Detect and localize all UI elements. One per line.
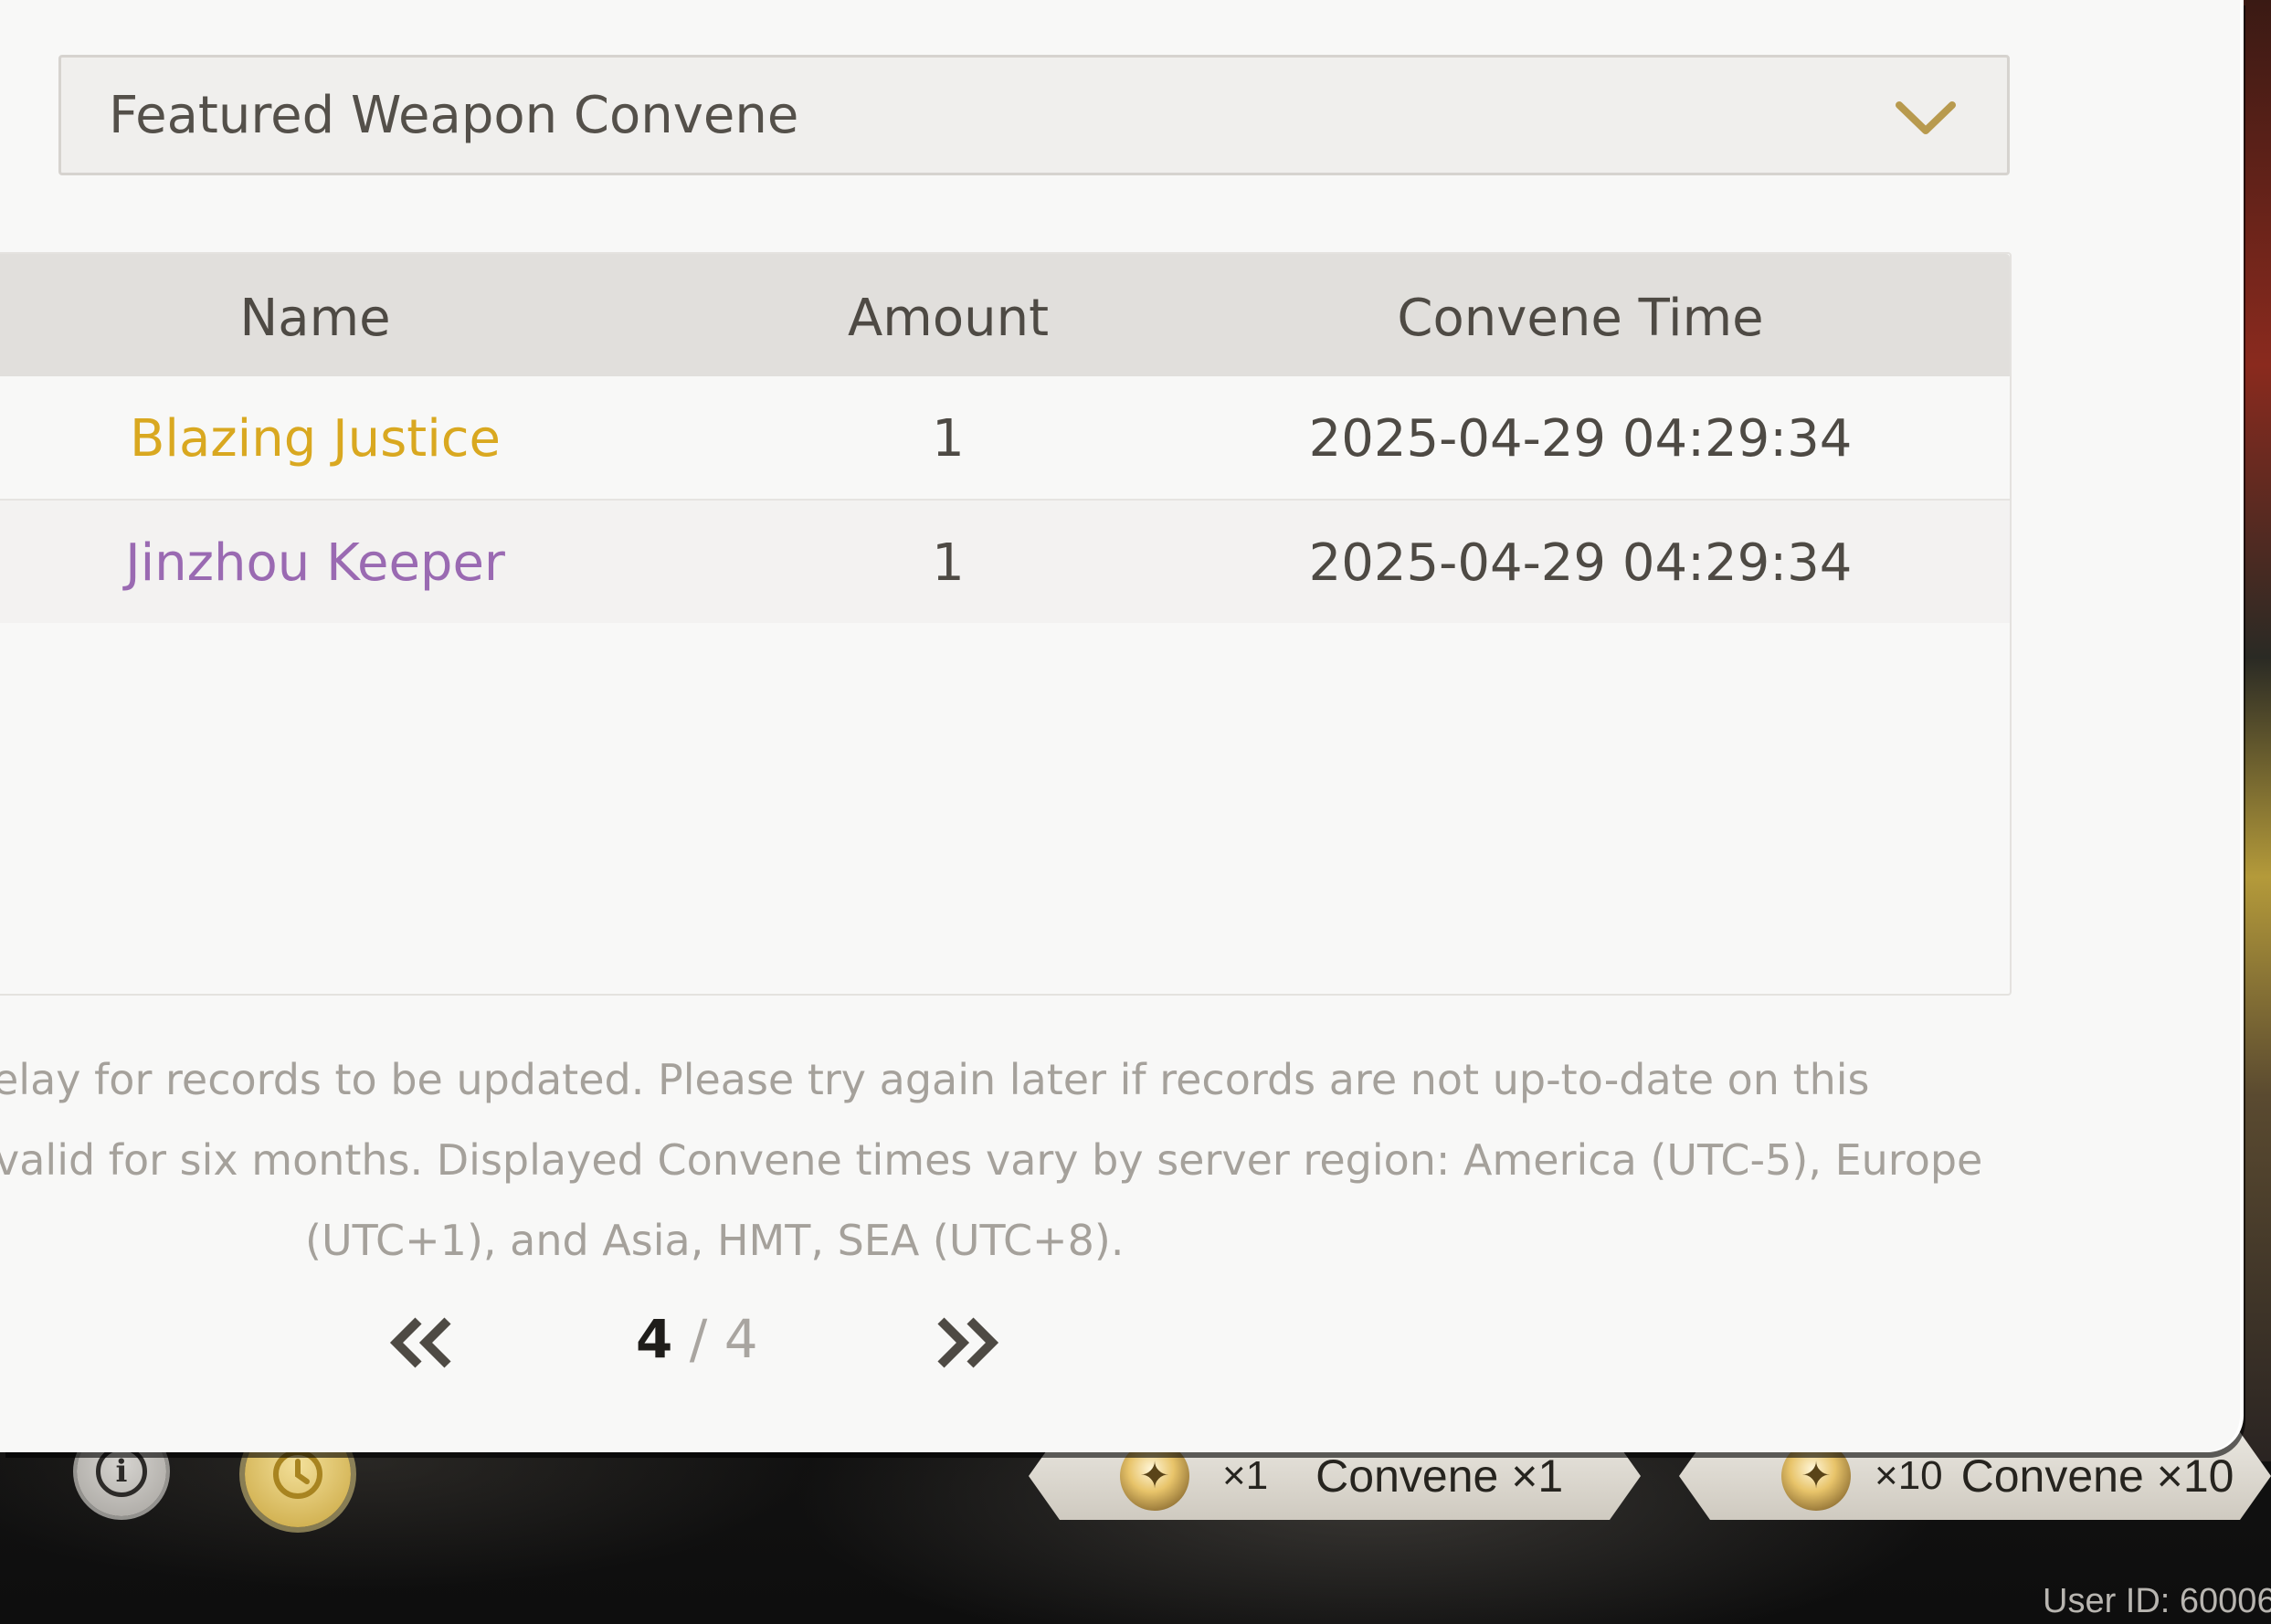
page-current: 4 [636, 1308, 673, 1370]
convene-x10-label: Convene ×10 [1960, 1450, 2234, 1502]
column-header-amount: Amount [847, 289, 1050, 348]
convene-records-table: Name Amount Convene Time Blazing Justice… [0, 252, 2012, 996]
table-header: Name Amount Convene Time [0, 254, 2010, 376]
column-header-name: Name [239, 289, 391, 348]
table-row: Blazing Justice 1 2025-04-29 04:29:34 [0, 376, 2010, 501]
page-total: 4 [724, 1308, 758, 1370]
convene-history-panel: Featured Weapon Convene Name Amount Conv… [0, 0, 2240, 1452]
record-name: Blazing Justice [129, 409, 502, 469]
user-id-label: User ID: 60006 [2043, 1582, 2271, 1620]
history-icon [273, 1450, 322, 1499]
page-separator: / [672, 1308, 724, 1370]
record-name: Jinzhou Keeper [125, 533, 505, 593]
double-chevron-right-icon[interactable] [932, 1315, 1001, 1370]
banner-type-selected: Featured Weapon Convene [109, 85, 799, 145]
record-amount: 1 [932, 533, 965, 593]
double-chevron-left-icon[interactable] [387, 1315, 457, 1370]
chevron-down-icon[interactable] [1894, 98, 1958, 140]
column-header-convene-time: Convene Time [1397, 289, 1764, 348]
notice-line: valid for six months. Displayed Convene … [0, 1135, 1983, 1185]
banner-type-dropdown[interactable]: Featured Weapon Convene [58, 55, 2010, 175]
info-icon: i [96, 1446, 147, 1497]
notice-line: elay for records to be updated. Please t… [0, 1055, 1870, 1104]
convene-x1-label: Convene ×1 [1315, 1450, 1564, 1502]
table-row: Jinzhou Keeper 1 2025-04-29 04:29:34 [0, 501, 2010, 623]
convene-x1-cost: ×1 [1222, 1453, 1269, 1498]
record-time: 2025-04-29 04:29:34 [1308, 533, 1853, 593]
record-time: 2025-04-29 04:29:34 [1308, 409, 1853, 469]
page-indicator: 4 / 4 [636, 1308, 758, 1370]
record-amount: 1 [932, 409, 965, 469]
notice-line: (UTC+1), and Asia, HMT, SEA (UTC+8). [305, 1216, 1125, 1265]
convene-x10-cost: ×10 [1875, 1453, 1943, 1498]
